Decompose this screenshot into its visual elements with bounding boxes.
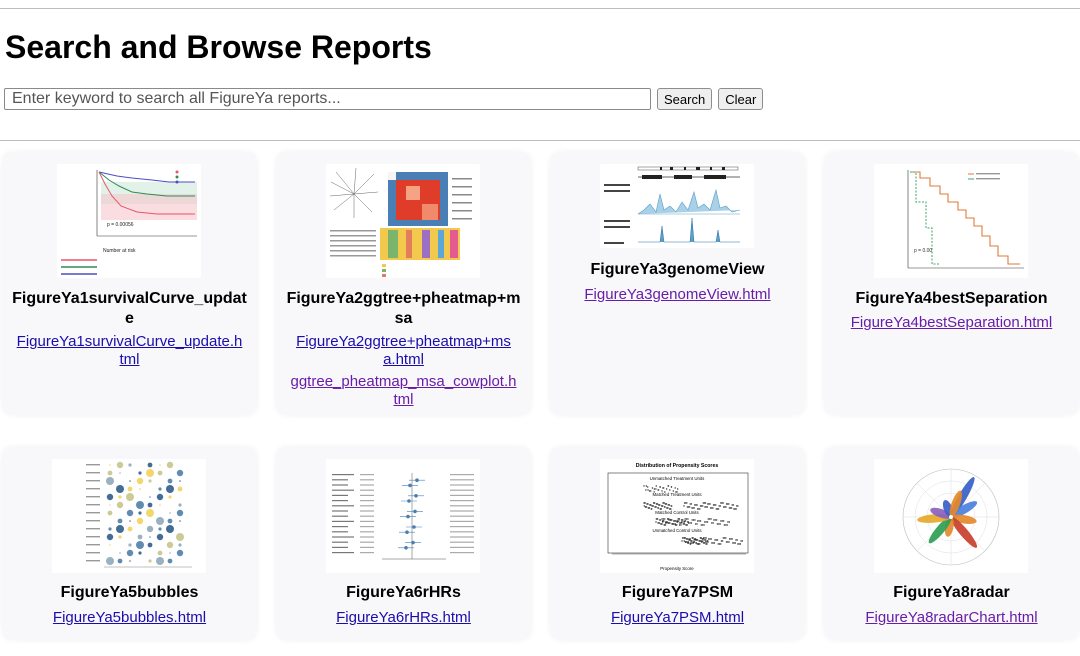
report-thumbnail-bubbles[interactable] xyxy=(52,459,206,573)
report-thumbnail-genome-view[interactable] xyxy=(600,164,754,248)
psm-row-label: Matched Treatment Units xyxy=(652,492,702,497)
results-divider xyxy=(0,140,1080,141)
psm-xlabel: Propensity Score xyxy=(660,566,694,571)
bubble-thumbnail-graphic xyxy=(52,459,206,573)
survival-pvalue: p = 0.00056 xyxy=(107,222,134,228)
report-link[interactable]: FigureYa5bubbles.html xyxy=(16,609,243,627)
psm-row-label: Unmatched Treatment Units xyxy=(650,476,705,481)
report-link[interactable]: FigureYa6rHRs.html xyxy=(290,609,517,627)
best-separation-pvalue: p = 0.00 xyxy=(914,248,932,254)
report-link[interactable]: FigureYa3genomeView.html xyxy=(564,286,791,304)
report-card-2: FigureYa2ggtree+pheatmap+msa FigureYa2gg… xyxy=(276,152,531,415)
report-card-8: FigureYa8radar FigureYa8radarChart.html xyxy=(824,447,1079,640)
report-title: FigureYa5bubbles xyxy=(60,584,199,601)
report-link[interactable]: FigureYa2ggtree+pheatmap+msa.html xyxy=(290,333,517,369)
top-divider xyxy=(0,8,1080,9)
report-link[interactable]: FigureYa8radarChart.html xyxy=(838,609,1065,627)
report-title: FigureYa4bestSeparation xyxy=(855,290,1048,307)
report-thumbnail-best-separation[interactable]: p = 0.00 xyxy=(874,164,1028,278)
report-thumbnail-forest-plot[interactable] xyxy=(326,459,480,573)
report-title: FigureYa2ggtree+pheatmap+msa xyxy=(286,290,521,327)
report-link[interactable]: FigureYa1survivalCurve_update.html xyxy=(16,333,243,369)
psm-row-label: Matched Control Units xyxy=(655,510,699,515)
report-title: FigureYa8radar xyxy=(893,584,1010,601)
forest-thumbnail-graphic xyxy=(326,459,480,573)
search-bar: Search Clear xyxy=(4,87,764,111)
clear-button[interactable]: Clear xyxy=(718,88,764,110)
report-card-5: FigureYa5bubbles FigureYa5bubbles.html xyxy=(2,447,257,640)
psm-chart-title: Distribution of Propensity Scores xyxy=(636,463,719,469)
report-thumbnail-ggtree-heatmap[interactable] xyxy=(326,164,480,278)
report-title: FigureYa7PSM xyxy=(621,584,734,601)
report-title: FigureYa3genomeView xyxy=(590,261,765,278)
report-thumbnail-psm[interactable]: Distribution of Propensity Scores Unmatc… xyxy=(600,459,754,573)
page-title: Search and Browse Reports xyxy=(5,29,432,65)
psm-row-label: Unmatched Control Units xyxy=(652,528,702,533)
report-title: FigureYa1survivalCurve_update xyxy=(12,290,247,327)
report-card-7: Distribution of Propensity Scores Unmatc… xyxy=(550,447,805,640)
report-link[interactable]: FigureYa7PSM.html xyxy=(564,609,791,627)
report-card-6: FigureYa6rHRs FigureYa6rHRs.html xyxy=(276,447,531,640)
report-card-3: FigureYa3genomeView FigureYa3genomeView.… xyxy=(550,152,805,415)
search-button[interactable]: Search xyxy=(657,88,713,110)
search-input[interactable] xyxy=(4,88,651,110)
report-title: FigureYa6rHRs xyxy=(346,584,461,601)
report-thumbnail-radar[interactable] xyxy=(874,459,1028,573)
report-card-4: p = 0.00 FigureYa4bestSeparation FigureY… xyxy=(824,152,1079,415)
report-link[interactable]: FigureYa4bestSeparation.html xyxy=(838,314,1065,332)
report-link-secondary[interactable]: ggtree_pheatmap_msa_cowplot.html xyxy=(290,373,517,409)
report-card-1: p = 0.00056 Number at risk FigureYa1surv… xyxy=(2,152,257,415)
survival-risk-label: Number at risk xyxy=(103,248,136,254)
report-thumbnail-survival-curve[interactable]: p = 0.00056 Number at risk xyxy=(57,164,201,278)
